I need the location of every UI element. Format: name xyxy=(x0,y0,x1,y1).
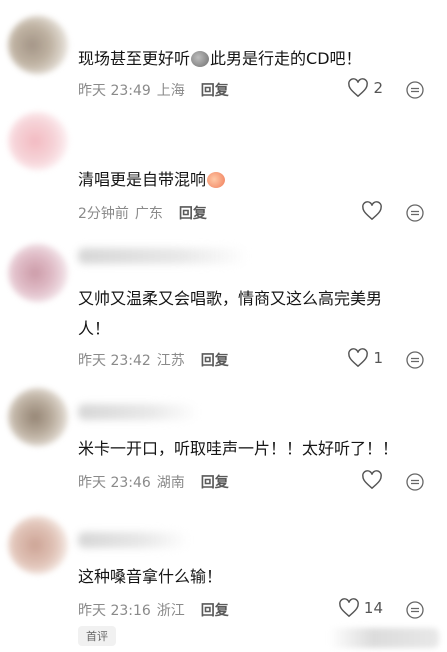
comment-meta: 昨天 23:49 上海 回复 xyxy=(78,80,229,100)
comment-meta: 昨天 23:42 江苏 回复 xyxy=(78,350,229,370)
comment-text: 米卡一开口，听取哇声一片！！太好听了！！ xyxy=(78,439,399,458)
avatar[interactable] xyxy=(8,388,68,446)
poop-emoji-icon xyxy=(191,51,210,67)
comment-text: 清唱更是自带混响 xyxy=(78,165,433,195)
comment-location: 广东 xyxy=(134,206,163,222)
comment-text: 又帅又温柔又会唱歌，情商又这么高完美男 人！ xyxy=(78,289,383,338)
reply-button[interactable]: 回复 xyxy=(201,600,229,620)
more-button[interactable] xyxy=(405,203,425,223)
more-button[interactable] xyxy=(405,80,425,100)
comment-location: 上海 xyxy=(156,83,185,99)
comment-text: 这种嗓音拿什么输！ xyxy=(78,567,223,586)
like-count: 2 xyxy=(373,79,383,97)
reply-button[interactable]: 回复 xyxy=(201,472,229,492)
more-circle-icon xyxy=(406,204,424,222)
like-button[interactable] xyxy=(361,470,383,490)
first-comment-tag: 首评 xyxy=(78,626,116,646)
username-blurred xyxy=(78,532,188,548)
like-button[interactable] xyxy=(361,201,383,221)
more-circle-icon xyxy=(406,473,424,491)
heart-outline-icon xyxy=(348,348,369,368)
more-circle-icon xyxy=(406,351,424,369)
username-blurred xyxy=(78,248,248,264)
reply-button[interactable]: 回复 xyxy=(201,350,229,370)
peach-emoji-icon xyxy=(207,172,226,188)
like-count: 1 xyxy=(373,349,383,367)
watermark-blurred xyxy=(329,628,439,648)
like-button[interactable]: 2 xyxy=(347,78,383,98)
heart-outline-icon xyxy=(362,470,382,490)
username-blurred xyxy=(78,404,198,420)
reply-button[interactable]: 回复 xyxy=(201,80,229,100)
comment-location: 湖南 xyxy=(156,475,185,491)
more-button[interactable] xyxy=(405,600,425,620)
heart-outline-icon xyxy=(348,78,369,98)
more-circle-icon xyxy=(406,81,424,99)
comment-location: 浙江 xyxy=(156,603,185,619)
comment-meta: 2分钟前 广东 回复 xyxy=(78,203,207,223)
more-button[interactable] xyxy=(405,472,425,492)
comment-time: 昨天 23:42 xyxy=(78,353,151,369)
like-count: 14 xyxy=(363,599,383,617)
comment-time: 昨天 23:49 xyxy=(78,83,151,99)
like-button[interactable]: 1 xyxy=(347,348,383,368)
avatar[interactable] xyxy=(8,112,68,170)
more-button[interactable] xyxy=(405,350,425,370)
comment-time: 昨天 23:46 xyxy=(78,475,151,491)
comment-meta: 昨天 23:46 湖南 回复 xyxy=(78,472,229,492)
heart-outline-icon xyxy=(339,598,359,618)
comment-time: 昨天 23:16 xyxy=(78,603,151,619)
like-button[interactable]: 14 xyxy=(338,598,383,618)
reply-button[interactable]: 回复 xyxy=(179,203,207,223)
comment-location: 江苏 xyxy=(156,353,185,369)
comment-meta: 昨天 23:16 浙江 回复 xyxy=(78,600,229,620)
avatar[interactable] xyxy=(8,244,68,302)
avatar[interactable] xyxy=(8,516,68,574)
comment-time: 2分钟前 xyxy=(78,206,129,222)
avatar[interactable] xyxy=(8,16,68,74)
heart-outline-icon xyxy=(362,201,382,221)
more-circle-icon xyxy=(406,601,424,619)
comment-text: 现场甚至更好听 此男是行走的CD吧！ xyxy=(78,49,362,68)
